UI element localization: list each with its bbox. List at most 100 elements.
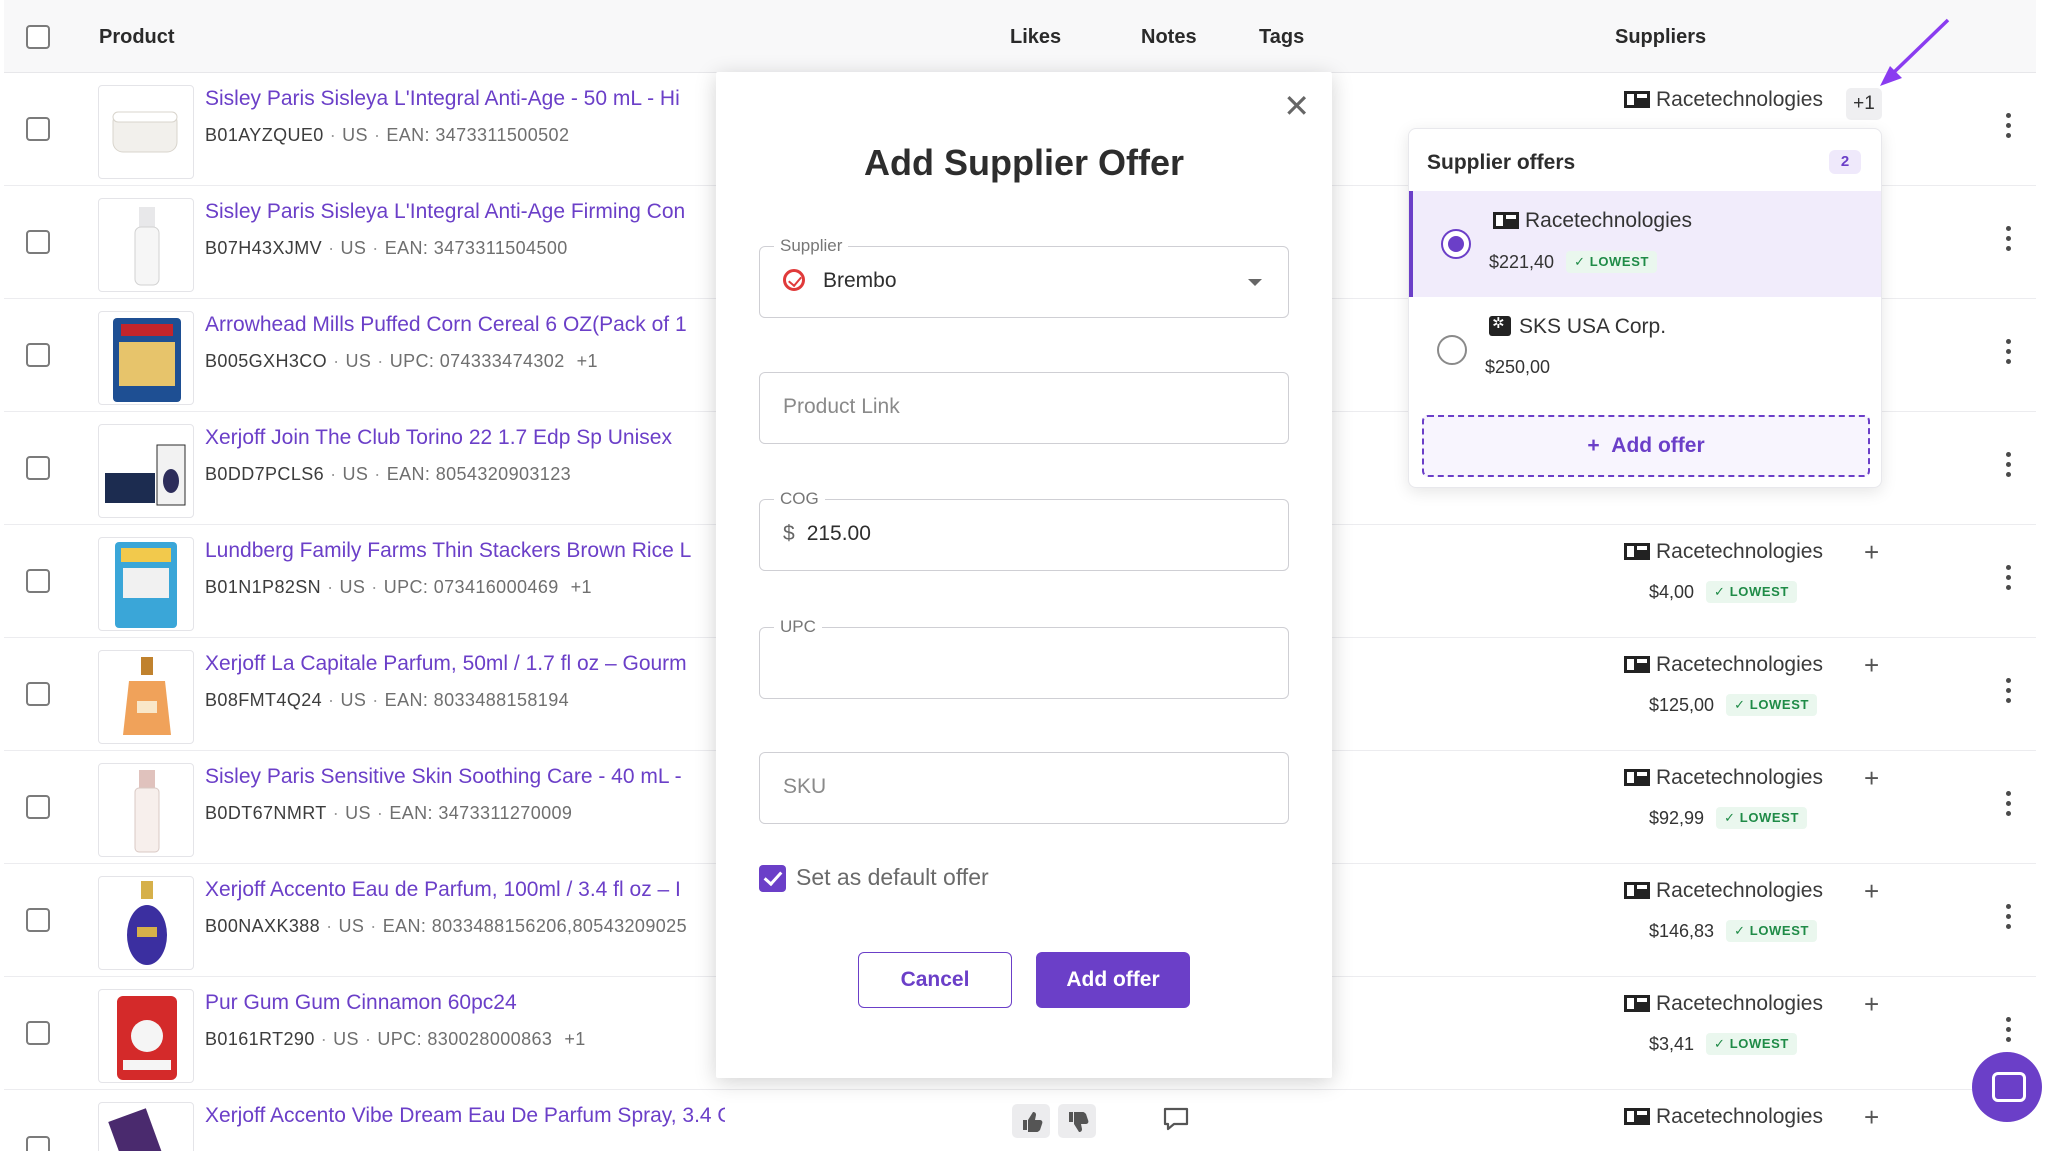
chat-launcher-icon[interactable] [1972,1052,2042,1122]
racetechnologies-logo-icon [1624,656,1650,673]
supplier-name[interactable]: Racetechnologies [1624,879,1823,903]
product-title-link[interactable]: Sisley Paris Sisleya L'Integral Anti-Age… [205,200,725,224]
lowest-badge: ✓ LOWEST [1726,694,1818,716]
more-suppliers-chip[interactable]: +1 [1846,88,1882,120]
product-title-link[interactable]: Xerjoff Accento Vibe Dream Eau De Parfum… [205,1104,725,1128]
row-menu-icon[interactable] [2004,563,2012,595]
product-title-link[interactable]: Xerjoff Accento Eau de Parfum, 100ml / 3… [205,878,725,902]
offer-name: Racetechnologies [1525,209,1692,232]
row-checkbox[interactable] [26,117,50,141]
cog-input[interactable]: COG $215.00 [759,489,1289,571]
product-meta: B0161RT290 · US · UPC: 830028000863 +1 [205,1029,586,1049]
supplier-price: $146,83 ✓ LOWEST [1649,920,1818,942]
product-title-link[interactable]: Sisley Paris Sensitive Skin Soothing Car… [205,765,725,789]
racetechnologies-logo-icon [1493,212,1519,229]
supplier-name[interactable]: Racetechnologies [1624,1105,1823,1129]
offer-name-row: SKS USA Corp. [1489,314,1666,339]
row-menu-icon[interactable] [2004,337,2012,369]
row-menu-icon[interactable] [2004,902,2012,934]
product-title-link[interactable]: Arrowhead Mills Puffed Corn Cereal 6 OZ(… [205,313,725,337]
product-meta: B0DD7PCLS6 · US · EAN: 8054320903123 [205,464,572,484]
product-table-page: Product Likes Notes Tags Suppliers Sisle… [0,0,2048,1151]
supplier-name[interactable]: Racetechnologies [1624,88,1823,112]
row-checkbox[interactable] [26,1136,50,1151]
close-icon[interactable]: ✕ [1283,90,1310,122]
header-product[interactable]: Product [99,26,175,49]
row-menu-icon[interactable] [2004,224,2012,256]
header-suppliers[interactable]: Suppliers [1615,26,1706,49]
offer-radio[interactable] [1437,335,1467,365]
supplier-name[interactable]: Racetechnologies [1624,540,1823,564]
add-offer-button[interactable]: + Add offer [1422,415,1870,477]
header-tags[interactable]: Tags [1259,26,1304,49]
row-checkbox[interactable] [26,682,50,706]
row-menu-icon[interactable] [2004,111,2012,143]
add-offer-label: Add offer [1611,434,1705,457]
supplier-name[interactable]: Racetechnologies [1624,653,1823,677]
row-menu-icon[interactable] [2004,789,2012,821]
like-icon[interactable] [1012,1104,1050,1138]
add-supplier-icon[interactable]: + [1864,989,1879,1020]
row-checkbox[interactable] [26,456,50,480]
sku-input[interactable]: SKU [759,752,1289,824]
default-offer-label[interactable]: Set as default offer [796,864,989,891]
supplier-name[interactable]: Racetechnologies [1624,992,1823,1016]
lowest-badge: ✓ LOWEST [1566,251,1658,273]
add-supplier-icon[interactable]: + [1864,876,1879,907]
offer-radio[interactable] [1441,229,1471,259]
product-meta: B0DT67NMRT · US · EAN: 3473311270009 [205,803,573,823]
sks-logo-icon [1489,314,1511,336]
product-title-link[interactable]: Pur Gum Gum Cinnamon 60pc24 [205,991,725,1015]
popover-title: Supplier offers [1427,151,1576,174]
offer-item[interactable]: Racetechnologies $221,40 ✓ LOWEST [1409,191,1881,297]
row-checkbox[interactable] [26,908,50,932]
product-meta: B07H43XJMV · US · EAN: 3473311504500 [205,238,568,258]
cog-value-row: $215.00 [783,522,871,546]
product-image [98,876,194,970]
annotation-arrow-icon [1880,18,1950,86]
cog-value: 215.00 [806,522,871,545]
offer-name-row: Racetechnologies [1493,209,1692,233]
product-title-link[interactable]: Xerjoff La Capitale Parfum, 50ml / 1.7 f… [205,652,725,676]
supplier-select[interactable]: Supplier Brembo [759,236,1289,318]
row-menu-icon[interactable] [2004,1015,2012,1047]
modal-title: Add Supplier Offer [863,142,1184,183]
dislike-icon[interactable] [1058,1104,1096,1138]
brembo-logo-icon [783,269,805,291]
offer-price-row: $221,40 ✓ LOWEST [1489,251,1658,273]
row-menu-icon[interactable] [2004,676,2012,708]
racetechnologies-logo-icon [1624,882,1650,899]
add-supplier-icon[interactable]: + [1864,1102,1879,1133]
add-supplier-icon[interactable]: + [1864,537,1879,568]
row-menu-icon[interactable] [2004,450,2012,482]
product-title-link[interactable]: Lundberg Family Farms Thin Stackers Brow… [205,539,725,563]
row-checkbox[interactable] [26,569,50,593]
default-offer-checkbox[interactable] [759,865,786,892]
supplier-label: Supplier [774,236,849,256]
supplier-name[interactable]: Racetechnologies [1624,766,1823,790]
table-row[interactable]: Xerjoff Accento Vibe Dream Eau De Parfum… [4,1090,2036,1151]
add-offer-submit-button[interactable]: Add offer [1036,952,1190,1008]
offer-item[interactable]: SKS USA Corp. $250,00 [1409,297,1881,403]
plus-icon: + [1587,434,1600,457]
product-image [98,763,194,857]
product-link-input[interactable]: Product Link [759,372,1289,444]
lowest-badge: ✓ LOWEST [1706,1033,1797,1055]
sku-placeholder: SKU [783,775,827,798]
product-title-link[interactable]: Xerjoff Join The Club Torino 22 1.7 Edp … [205,426,725,450]
select-all-checkbox[interactable] [26,25,50,49]
upc-label: UPC [774,617,822,637]
header-likes[interactable]: Likes [1010,26,1061,49]
product-meta: B01N1P82SN · US · UPC: 073416000469 +1 [205,577,592,597]
row-checkbox[interactable] [26,1021,50,1045]
product-title-link[interactable]: Sisley Paris Sisleya L'Integral Anti-Age… [205,87,725,111]
header-notes[interactable]: Notes [1141,26,1197,49]
row-checkbox[interactable] [26,343,50,367]
add-supplier-icon[interactable]: + [1864,650,1879,681]
note-icon[interactable] [1162,1106,1190,1132]
add-supplier-icon[interactable]: + [1864,763,1879,794]
upc-input[interactable]: UPC [759,617,1289,699]
row-checkbox[interactable] [26,230,50,254]
cancel-button[interactable]: Cancel [858,952,1012,1008]
row-checkbox[interactable] [26,795,50,819]
